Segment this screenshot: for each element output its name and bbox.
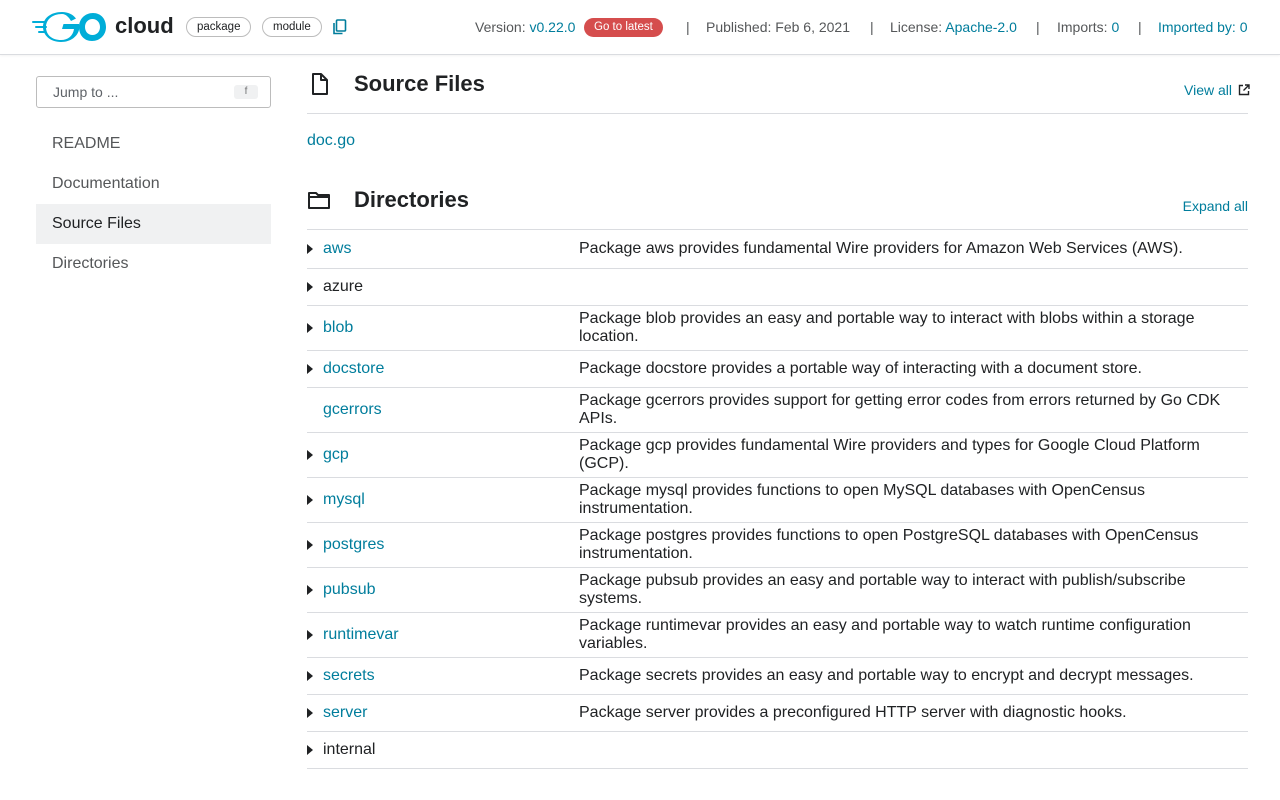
module-name: cloud (115, 13, 174, 38)
table-row: internal (307, 732, 1248, 769)
directory-description: Package runtimevar provides an easy and … (579, 617, 1191, 652)
sidebar-item-source-files[interactable]: Source Files (36, 204, 271, 244)
table-row: runtimevar Package runtimevar provides a… (307, 613, 1248, 658)
directory-link[interactable]: postgres (307, 536, 579, 554)
sidebar-item-documentation[interactable]: Documentation (36, 164, 271, 204)
directory-description: Package postgres provides functions to o… (579, 527, 1199, 562)
directory-description: Package pubsub provides an easy and port… (579, 572, 1186, 607)
table-row: gcerrors Package gcerrors provides suppo… (307, 388, 1248, 433)
table-row: mysql Package mysql provides functions t… (307, 478, 1248, 523)
jump-to-input[interactable]: Jump to ... f (36, 76, 271, 108)
license-info: License: Apache-2.0 (890, 19, 1017, 35)
imports-link[interactable]: 0 (1111, 19, 1119, 35)
imports-info: Imports: 0 (1057, 19, 1120, 35)
expand-caret-icon[interactable] (307, 630, 313, 640)
table-row: blob Package blob provides an easy and p… (307, 306, 1248, 351)
directory-link[interactable]: gcp (307, 446, 579, 464)
directory-description: Package mysql provides functions to open… (579, 482, 1145, 517)
separator: | (870, 19, 874, 35)
keyboard-shortcut-hint: f (234, 85, 258, 99)
directory-description: Package aws provides fundamental Wire pr… (579, 240, 1183, 257)
external-link-icon (1238, 84, 1250, 96)
directory-link[interactable]: docstore (307, 360, 579, 378)
site-header: cloud package module Version: v0.22.0 Go… (0, 0, 1280, 55)
directory-link[interactable]: server (307, 704, 579, 722)
directory-link[interactable]: mysql (307, 491, 579, 509)
table-row: server Package server provides a preconf… (307, 695, 1248, 732)
expand-caret-icon[interactable] (307, 244, 313, 254)
module-chip: module (262, 17, 322, 37)
source-file-link[interactable]: doc.go (307, 132, 355, 150)
expand-caret-icon[interactable] (307, 585, 313, 595)
directory-link[interactable]: gcerrors (307, 401, 579, 419)
version-link[interactable]: v0.22.0 (529, 19, 575, 35)
directory-description: Package gcerrors provides support for ge… (579, 392, 1221, 427)
directory-link[interactable]: pubsub (307, 581, 579, 599)
expand-all-link[interactable]: Expand all (1183, 198, 1248, 214)
expand-caret-icon[interactable] (307, 745, 313, 755)
expand-caret-icon[interactable] (307, 323, 313, 333)
package-chip: package (186, 17, 252, 37)
directory-description: Package secrets provides an easy and por… (579, 667, 1194, 684)
file-icon (312, 73, 328, 95)
table-row: docstore Package docstore provides a por… (307, 351, 1248, 388)
table-row: aws Package aws provides fundamental Wir… (307, 230, 1248, 269)
copy-icon[interactable] (332, 19, 347, 35)
folder-icon (308, 192, 330, 209)
directories-table: aws Package aws provides fundamental Wir… (307, 230, 1248, 769)
source-files-heading: Source Files (354, 71, 485, 96)
version-info: Version: v0.22.0 (475, 19, 576, 35)
sidebar-item-readme[interactable]: README (36, 124, 271, 164)
directory-name: internal (323, 741, 376, 758)
table-row: pubsub Package pubsub provides an easy a… (307, 568, 1248, 613)
expand-caret-icon[interactable] (307, 364, 313, 374)
directories-heading: Directories (354, 187, 469, 212)
sidebar-item-directories[interactable]: Directories (36, 244, 271, 284)
directory-link[interactable]: blob (307, 319, 579, 337)
license-link[interactable]: Apache-2.0 (945, 19, 1017, 35)
directory-name: azure (323, 278, 364, 295)
table-row: secrets Package secrets provides an easy… (307, 658, 1248, 695)
separator: | (1138, 19, 1142, 35)
imported-by-link[interactable]: Imported by: 0 (1158, 19, 1248, 35)
table-row: azure (307, 269, 1248, 306)
go-logo-icon[interactable] (32, 12, 106, 42)
table-row: postgres Package postgres provides funct… (307, 523, 1248, 568)
directory-description: Package server provides a preconfigured … (579, 704, 1127, 721)
directory-description: Package gcp provides fundamental Wire pr… (579, 437, 1200, 472)
directory-link[interactable]: secrets (307, 667, 579, 685)
expand-caret-icon[interactable] (307, 671, 313, 681)
separator: | (1036, 19, 1040, 35)
expand-caret-icon[interactable] (307, 495, 313, 505)
imported-by-info: Imported by: 0 (1158, 19, 1248, 35)
expand-caret-icon[interactable] (307, 450, 313, 460)
separator: | (686, 19, 690, 35)
expand-caret-icon[interactable] (307, 540, 313, 550)
view-all-link[interactable]: View all (1184, 82, 1250, 98)
table-row: gcp Package gcp provides fundamental Wir… (307, 433, 1248, 478)
published-date: Published: Feb 6, 2021 (706, 19, 850, 35)
expand-caret-icon[interactable] (307, 282, 313, 292)
go-to-latest-button[interactable]: Go to latest (584, 18, 663, 37)
expand-caret-icon[interactable] (307, 708, 313, 718)
divider (307, 113, 1248, 114)
directory-link[interactable]: runtimevar (307, 626, 579, 644)
directory-description: Package docstore provides a portable way… (579, 360, 1142, 377)
directory-description: Package blob provides an easy and portab… (579, 310, 1195, 345)
directory-link[interactable]: aws (307, 240, 579, 258)
